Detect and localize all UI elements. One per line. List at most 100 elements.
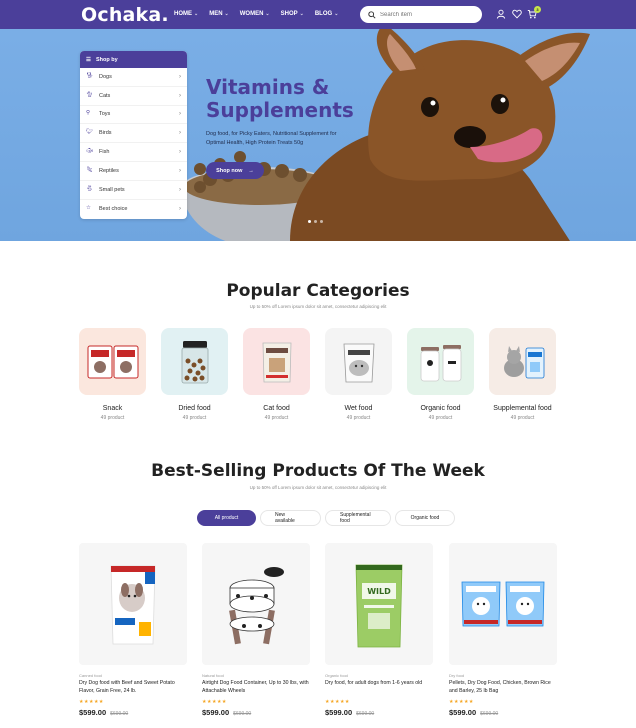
tab-all-product[interactable]: All product <box>197 510 256 526</box>
user-icon[interactable] <box>496 9 506 19</box>
nav-women[interactable]: WOMEN ⌄ <box>240 11 270 17</box>
rating-stars: ★★★★★ <box>79 699 104 705</box>
hero-title: Vitamins & Supplements <box>206 76 354 122</box>
fish-icon: 🐟︎ <box>86 148 93 155</box>
category-supplemental-food[interactable]: Supplemental food 49 product <box>489 328 556 421</box>
nav-label: WOMEN <box>239 11 264 17</box>
carousel-dots <box>308 220 323 223</box>
shop-by-label: Dogs <box>99 73 112 80</box>
category-image-box <box>161 328 228 395</box>
product-name[interactable]: Dry Dog food with Beef and Sweet Potato … <box>79 680 187 695</box>
shop-by-panel: ☰ Shop by 🐕︎ Dogs › 🐈︎ Cats › ⚲ Toys › 🐦︎ Birds… <box>80 51 187 219</box>
tab-new-available[interactable]: New available <box>260 510 321 526</box>
shop-by-label: Small pets <box>99 186 125 193</box>
shop-by-header[interactable]: ☰ Shop by <box>80 51 187 68</box>
chevron-right-icon: › <box>179 149 181 156</box>
price-row: $599.00 $699.00 <box>325 708 433 717</box>
product-tabs: All product New available Supplemental f… <box>197 510 455 526</box>
product-name[interactable]: Pellets, Dry Dog Food, Chicken, Brown Ri… <box>449 680 557 695</box>
shop-by-cats[interactable]: 🐈︎ Cats › <box>80 87 187 106</box>
shop-by-birds[interactable]: 🐦︎ Birds › <box>80 124 187 144</box>
chevron-right-icon: › <box>179 92 181 99</box>
shop-by-best-choice[interactable]: ☆ Best choice › <box>80 200 187 219</box>
shop-by-label: Fish <box>99 149 110 156</box>
carousel-dot[interactable] <box>308 220 311 223</box>
category-name: Organic food <box>420 405 461 412</box>
shop-by-title: Shop by <box>95 56 118 63</box>
product-card[interactable]: Natural food Airtight Dog Food Container… <box>202 543 310 717</box>
rating-stars: ★★★★★ <box>325 699 350 705</box>
nav-blog[interactable]: BLOG ⌄ <box>315 11 339 17</box>
shop-by-small-pets[interactable]: 🐇︎ Small pets › <box>80 181 187 200</box>
shop-by-fish[interactable]: 🐟︎ Fish › <box>80 143 187 162</box>
product-name[interactable]: Airtight Dog Food Container, Up to 30 lb… <box>202 680 310 695</box>
product-image <box>79 543 187 665</box>
reptile-icon: 🦎︎ <box>86 166 93 173</box>
nav-men[interactable]: MEN ⌄ <box>209 11 229 17</box>
shop-by-label: Cats <box>99 92 111 99</box>
category-wet-food[interactable]: Wet food 49 product <box>325 328 392 421</box>
hero-description: Dog food, for Picky Eaters, Nutritional … <box>206 131 337 146</box>
product-name[interactable]: Dry food, for adult dogs from 1-6 years … <box>325 680 433 695</box>
shop-now-button[interactable]: Shop now → <box>206 162 264 179</box>
nav-home[interactable]: HOME ⌄ <box>174 11 198 17</box>
category-name: Snack <box>102 405 123 412</box>
search-input[interactable] <box>380 11 475 18</box>
product-price: $599.00 <box>79 708 107 717</box>
product-price: $599.00 <box>202 708 230 717</box>
category-name: Supplemental food <box>493 405 552 412</box>
shop-by-reptiles[interactable]: 🦎︎ Reptiles › <box>80 162 187 181</box>
categories-subtitle: Up to 50% off Lorem ipsum dolor sit amet… <box>249 304 387 309</box>
product-price: $599.00 <box>325 708 353 717</box>
category-cat-food[interactable]: Cat food 49 product <box>243 328 310 421</box>
chevron-right-icon: › <box>179 186 181 193</box>
chevron-right-icon: › <box>179 205 181 212</box>
product-category: Organic food <box>325 673 348 678</box>
wet-food-bag-image <box>343 343 374 382</box>
cart-count-badge: 3 <box>534 6 541 13</box>
chevron-down-icon: ⌄ <box>265 11 270 17</box>
chevron-right-icon: › <box>179 130 181 137</box>
shop-by-label: Best choice <box>99 205 128 212</box>
price-row: $599.00 $699.00 <box>449 708 557 717</box>
heart-icon[interactable] <box>512 9 522 19</box>
menu-icon: ☰ <box>86 56 91 63</box>
product-image: WILD <box>325 543 433 665</box>
product-old-price: $699.00 <box>110 711 129 717</box>
category-name: Dried food <box>178 405 211 412</box>
product-old-price: $699.00 <box>356 711 375 717</box>
food-container-image <box>229 567 284 645</box>
price-row: $599.00 $699.00 <box>79 708 187 717</box>
product-card[interactable]: WILD Organic food Dry food, for adult do… <box>325 543 433 717</box>
logo[interactable]: Ochaka. <box>81 4 169 26</box>
category-name: Wet food <box>344 405 373 412</box>
product-old-price: $699.00 <box>480 711 499 717</box>
chevron-down-icon: ⌄ <box>299 11 304 17</box>
product-card[interactable]: Dry food Pellets, Dry Dog Food, Chicken,… <box>449 543 557 717</box>
carousel-dot[interactable] <box>314 220 317 223</box>
main-nav: HOME ⌄ MEN ⌄ WOMEN ⌄ SHOP ⌄ BLOG ⌄ <box>174 11 349 17</box>
tab-organic-food[interactable]: Organic food <box>395 510 455 526</box>
product-card[interactable]: Canned food Dry Dog food with Beef and S… <box>79 543 187 717</box>
search-icon <box>368 10 376 19</box>
shop-by-toys[interactable]: ⚲ Toys › <box>80 106 187 125</box>
shop-by-label: Toys <box>99 111 111 118</box>
category-dried-food[interactable]: Dried food 49 product <box>161 328 228 421</box>
category-name: Cat food <box>263 405 290 412</box>
chevron-right-icon: › <box>179 167 181 174</box>
shop-by-dogs[interactable]: 🐕︎ Dogs › <box>80 68 187 87</box>
category-organic-food[interactable]: Organic food 49 product <box>407 328 474 421</box>
chevron-right-icon: › <box>179 73 181 80</box>
carousel-dot[interactable] <box>320 220 323 223</box>
category-snack[interactable]: Snack 49 product <box>79 328 146 421</box>
dog-food-bag-image <box>110 565 156 645</box>
supplement-image <box>503 345 544 378</box>
tab-supplemental-food[interactable]: Supplemental food <box>325 510 391 526</box>
category-count: 49 product <box>428 415 453 421</box>
nav-shop[interactable]: SHOP ⌄ <box>281 11 304 17</box>
chevron-down-icon: ⌄ <box>334 11 339 17</box>
categories-title: Popular Categories <box>226 281 410 301</box>
hero-title-line1: Vitamins & <box>206 75 330 99</box>
toy-icon: ⚲ <box>86 110 91 117</box>
food-jar-image <box>181 340 208 383</box>
